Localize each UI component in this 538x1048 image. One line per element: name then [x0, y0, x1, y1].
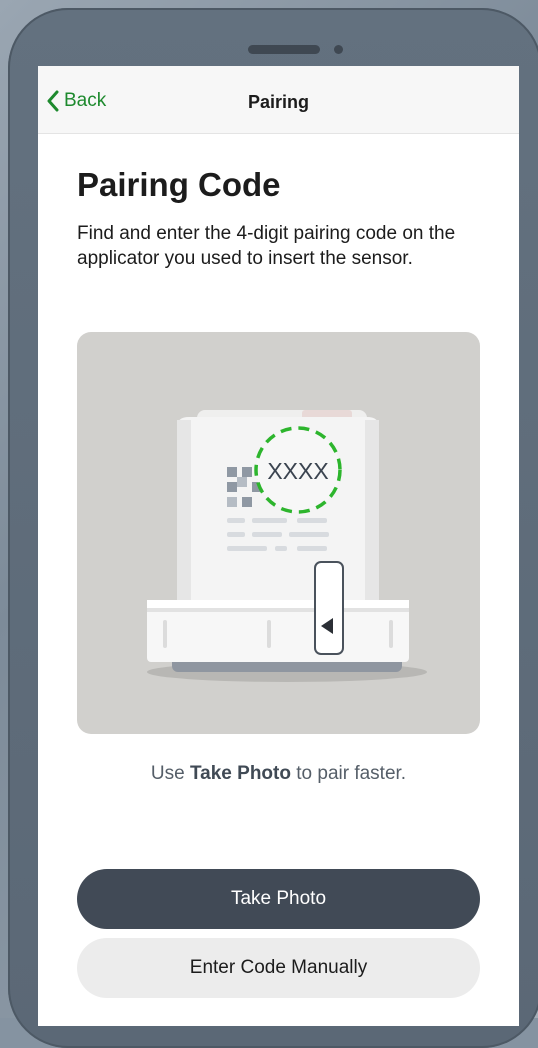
- hint-suffix: to pair faster.: [290, 763, 407, 784]
- applicator-graphic: XXXX: [147, 410, 427, 682]
- code-placeholder-text: XXXX: [267, 458, 328, 484]
- phone-speaker: [248, 45, 320, 54]
- applicator-illustration: XXXX: [77, 332, 480, 734]
- nav-title: Pairing: [247, 92, 309, 112]
- hint-prefix: Use: [150, 763, 190, 784]
- enter-code-manually-button[interactable]: Enter Code Manually: [77, 938, 480, 998]
- page-description: Find and enter the 4-digit pairing code …: [77, 223, 456, 269]
- hint-emphasis: Take Photo: [189, 763, 291, 784]
- take-photo-hint: Use Take Photo to pair faster.: [38, 763, 519, 785]
- take-photo-button[interactable]: Take Photo: [77, 869, 480, 929]
- phone-camera: [334, 45, 343, 54]
- app-screen: Back Pairing Pairing Code Find and enter…: [38, 66, 519, 1026]
- take-photo-label: Take Photo: [230, 888, 327, 909]
- navigation-bar: Back Pairing: [38, 66, 519, 134]
- page-title: Pairing Code: [77, 166, 281, 203]
- enter-code-manually-label: Enter Code Manually: [189, 957, 368, 978]
